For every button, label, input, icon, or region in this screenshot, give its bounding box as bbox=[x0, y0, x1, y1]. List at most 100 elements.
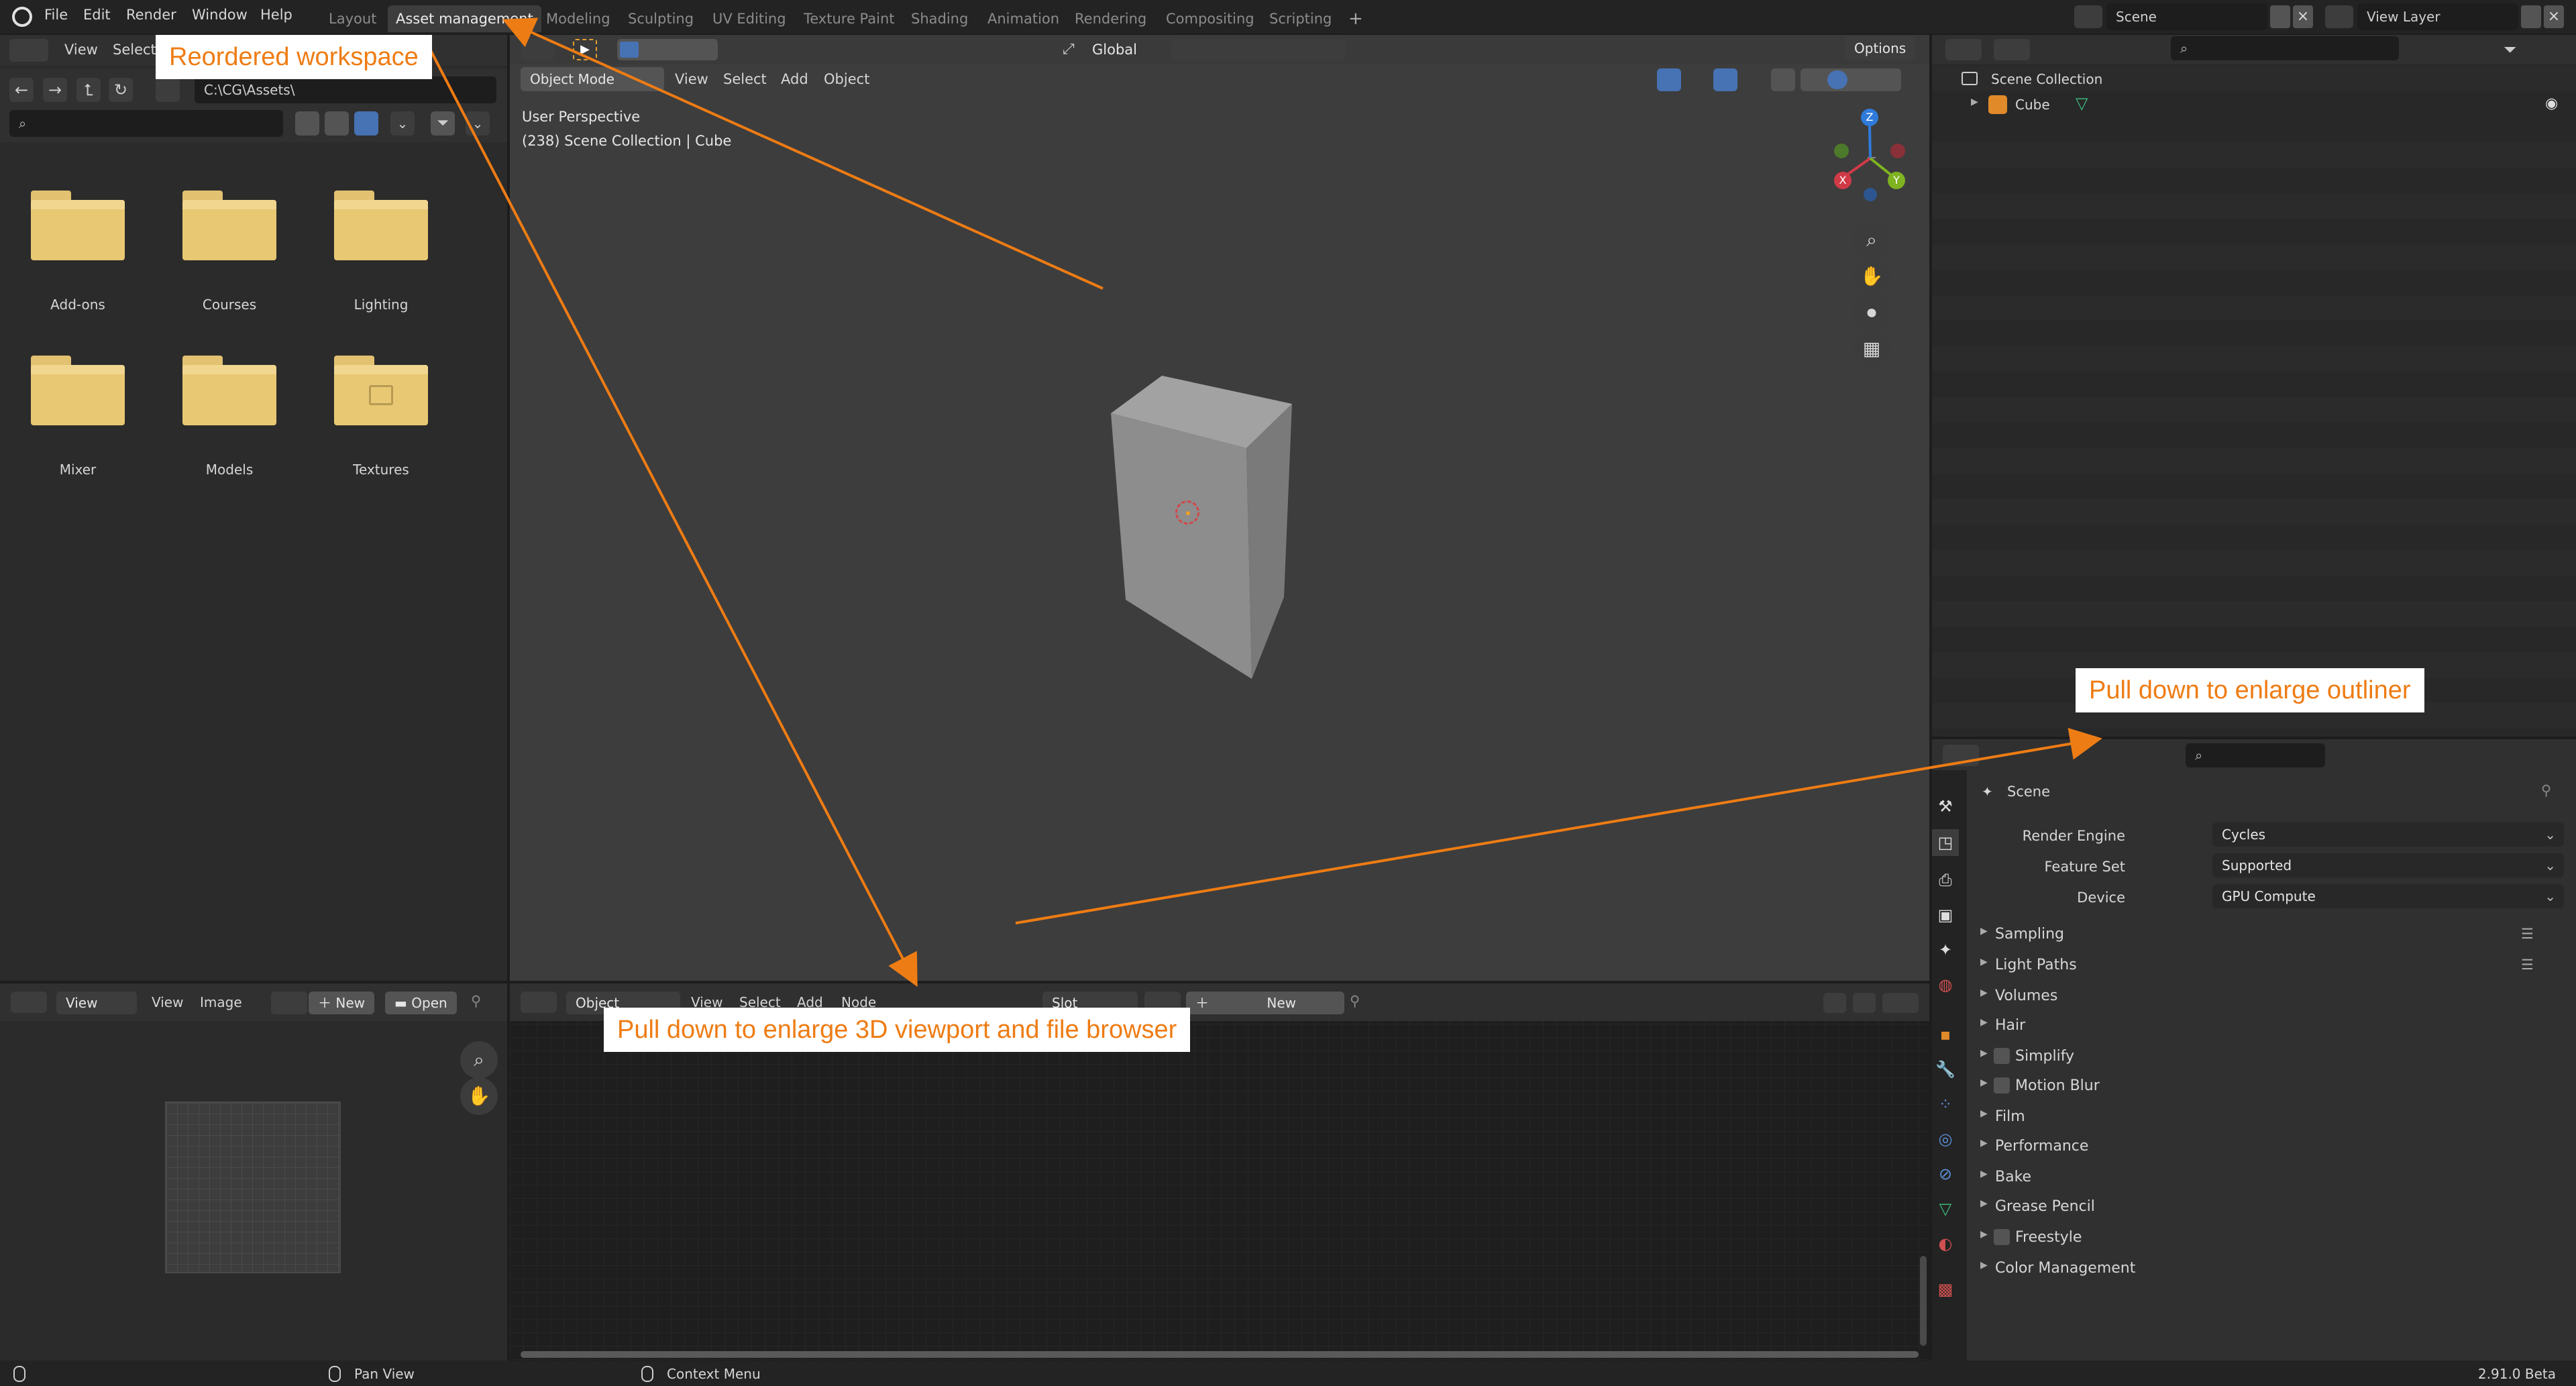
motion-blur-checkbox[interactable] bbox=[1994, 1077, 2010, 1094]
file-menu-select[interactable]: Select bbox=[113, 42, 156, 58]
tool-tab-icon[interactable]: ⚒ bbox=[1932, 793, 1959, 820]
image-editor[interactable]: View View Image ＋ New ▬ Open ⚲ ⌕ ✋ bbox=[0, 983, 507, 1361]
tab-texture-paint[interactable]: Texture Paint bbox=[796, 5, 903, 32]
freestyle-checkbox[interactable] bbox=[1994, 1229, 2010, 1245]
menu-render[interactable]: Render bbox=[126, 7, 176, 23]
editor-type-icon[interactable] bbox=[521, 992, 557, 1013]
viewport-menu-select[interactable]: Select bbox=[723, 71, 767, 87]
view-layer-field[interactable]: View Layer bbox=[2357, 3, 2518, 30]
panel-motion-blur[interactable]: ▶ Motion Blur bbox=[1980, 1077, 2100, 1094]
view-mode-label[interactable]: View bbox=[66, 995, 97, 1011]
new-material-button[interactable]: ＋ New bbox=[1186, 992, 1344, 1014]
refresh-icon[interactable]: ↻ bbox=[109, 78, 133, 102]
render-tab-icon[interactable]: ◳ bbox=[1932, 829, 1959, 856]
tab-layout[interactable]: Layout bbox=[321, 5, 384, 32]
expand-arrow-icon[interactable]: ▶ bbox=[1971, 97, 1978, 107]
pin-icon[interactable]: ⚲ bbox=[471, 993, 481, 1009]
folder-label-models[interactable]: Models bbox=[162, 462, 297, 478]
display-thumbnails-icon[interactable] bbox=[354, 111, 378, 136]
panel-simplify[interactable]: ▶ Simplify bbox=[1980, 1048, 2074, 1065]
add-workspace-button[interactable]: + bbox=[1340, 5, 1371, 32]
display-detail-icon[interactable] bbox=[325, 111, 349, 136]
physics-tab-icon[interactable]: ◎ bbox=[1932, 1126, 1959, 1153]
forward-icon[interactable]: → bbox=[43, 78, 67, 102]
viewport-menu-view[interactable]: View bbox=[675, 71, 708, 87]
back-icon[interactable]: ← bbox=[9, 78, 34, 102]
outliner-row-cube[interactable]: ▶ Cube ▽ ◉ bbox=[1932, 91, 2576, 117]
menu-file[interactable]: File bbox=[44, 7, 68, 23]
image-menu-view[interactable]: View bbox=[152, 994, 183, 1010]
folder-icon[interactable] bbox=[31, 356, 125, 425]
panel-volumes[interactable]: ▶ Volumes bbox=[1980, 988, 2057, 1004]
outliner-search-input[interactable]: ⌕ bbox=[2171, 36, 2399, 60]
menu-help[interactable]: Help bbox=[260, 7, 292, 23]
feature-set-value[interactable]: Supported bbox=[2222, 857, 2292, 873]
panel-bake[interactable]: ▶ Bake bbox=[1980, 1169, 2031, 1185]
constraints-tab-icon[interactable]: ⊘ bbox=[1932, 1161, 1959, 1187]
select-tool-icon[interactable]: ▶ bbox=[573, 39, 597, 60]
tab-modeling[interactable]: Modeling bbox=[538, 5, 619, 32]
display-list-icon[interactable] bbox=[295, 111, 319, 136]
folder-icon[interactable] bbox=[334, 191, 428, 260]
zoom-icon[interactable]: ⌕ bbox=[460, 1041, 498, 1079]
viewport-menu-object[interactable]: Object bbox=[824, 71, 869, 87]
parent-node-tree-icon[interactable] bbox=[1823, 993, 1846, 1013]
eye-icon[interactable]: ◉ bbox=[2545, 95, 2558, 112]
folder-icon[interactable] bbox=[182, 356, 276, 425]
new-scene-icon[interactable] bbox=[2270, 5, 2290, 28]
overlay-toggle-icon[interactable] bbox=[1713, 68, 1737, 91]
pan-hand-icon[interactable]: ✋ bbox=[1853, 258, 1890, 295]
panel-light-paths[interactable]: ▶ Light Paths bbox=[1980, 957, 2077, 973]
select-mode-icons[interactable] bbox=[617, 39, 718, 60]
tab-scripting[interactable]: Scripting bbox=[1261, 5, 1340, 32]
path-field[interactable]: C:\CG\Assets\ bbox=[195, 76, 496, 103]
modifier-tab-icon[interactable]: 🔧 bbox=[1932, 1056, 1959, 1083]
folder-icon[interactable] bbox=[31, 191, 125, 260]
editor-type-icon[interactable] bbox=[1943, 745, 1979, 766]
folder-label-mixer[interactable]: Mixer bbox=[11, 462, 145, 478]
open-image-button[interactable]: ▬ Open bbox=[385, 992, 457, 1014]
shading-modes[interactable] bbox=[1801, 68, 1901, 91]
panel-color-management[interactable]: ▶ Color Management bbox=[1980, 1260, 2135, 1277]
cube-label[interactable]: Cube bbox=[2015, 97, 2050, 113]
properties-search-input[interactable]: ⌕ bbox=[2186, 743, 2325, 767]
simplify-checkbox[interactable] bbox=[1994, 1048, 2010, 1064]
tab-sculpting[interactable]: Sculpting bbox=[620, 5, 702, 32]
snap-icon[interactable] bbox=[1853, 993, 1876, 1013]
parent-directory-icon[interactable]: ⮤ bbox=[76, 78, 101, 102]
scene-icon[interactable] bbox=[2074, 5, 2102, 28]
delete-view-layer-icon[interactable]: × bbox=[2544, 5, 2564, 28]
tab-shading[interactable]: Shading bbox=[903, 5, 976, 32]
editor-type-icon[interactable] bbox=[9, 39, 48, 62]
tab-uv-editing[interactable]: UV Editing bbox=[704, 5, 794, 32]
pin-icon[interactable]: ⚲ bbox=[1350, 993, 1360, 1009]
image-browse-icon[interactable] bbox=[271, 992, 307, 1014]
image-menu-image[interactable]: Image bbox=[200, 994, 242, 1010]
mode-label[interactable]: Object Mode bbox=[530, 71, 614, 87]
view-layer-icon[interactable] bbox=[2325, 5, 2353, 28]
folder-label-textures[interactable]: Textures bbox=[314, 462, 448, 478]
navigation-gizmo[interactable]: Z X Y bbox=[1831, 109, 1912, 203]
editor-type-icon[interactable] bbox=[521, 39, 554, 60]
delete-scene-icon[interactable]: × bbox=[2293, 5, 2313, 28]
chevron-down-icon[interactable]: ⌄ bbox=[390, 111, 415, 136]
particles-tab-icon[interactable]: ⁘ bbox=[1932, 1091, 1959, 1118]
tab-animation[interactable]: Animation bbox=[979, 5, 1067, 32]
3d-cursor-icon[interactable] bbox=[1175, 500, 1199, 525]
menu-edit[interactable]: Edit bbox=[83, 7, 111, 23]
new-image-button[interactable]: ＋ New bbox=[309, 992, 374, 1014]
new-view-layer-icon[interactable] bbox=[2521, 5, 2541, 28]
cube-mesh[interactable] bbox=[1020, 364, 1422, 712]
blender-logo-icon[interactable] bbox=[12, 7, 32, 27]
filter-icon[interactable]: ⏷ bbox=[2504, 39, 2542, 60]
file-menu-view[interactable]: View bbox=[64, 42, 98, 58]
solid-shading-icon[interactable] bbox=[1827, 70, 1847, 89]
display-mode-icon[interactable] bbox=[1994, 39, 2030, 60]
mesh-data-icon[interactable]: ▽ bbox=[2076, 94, 2088, 113]
world-tab-icon[interactable]: ◍ bbox=[1932, 971, 1959, 998]
vertical-scrollbar[interactable] bbox=[1920, 1256, 1927, 1346]
panel-film[interactable]: ▶ Film bbox=[1980, 1108, 2025, 1125]
horizontal-scrollbar[interactable] bbox=[521, 1351, 1919, 1358]
editor-type-icon[interactable] bbox=[11, 992, 47, 1013]
folder-label-courses[interactable]: Courses bbox=[162, 297, 297, 313]
